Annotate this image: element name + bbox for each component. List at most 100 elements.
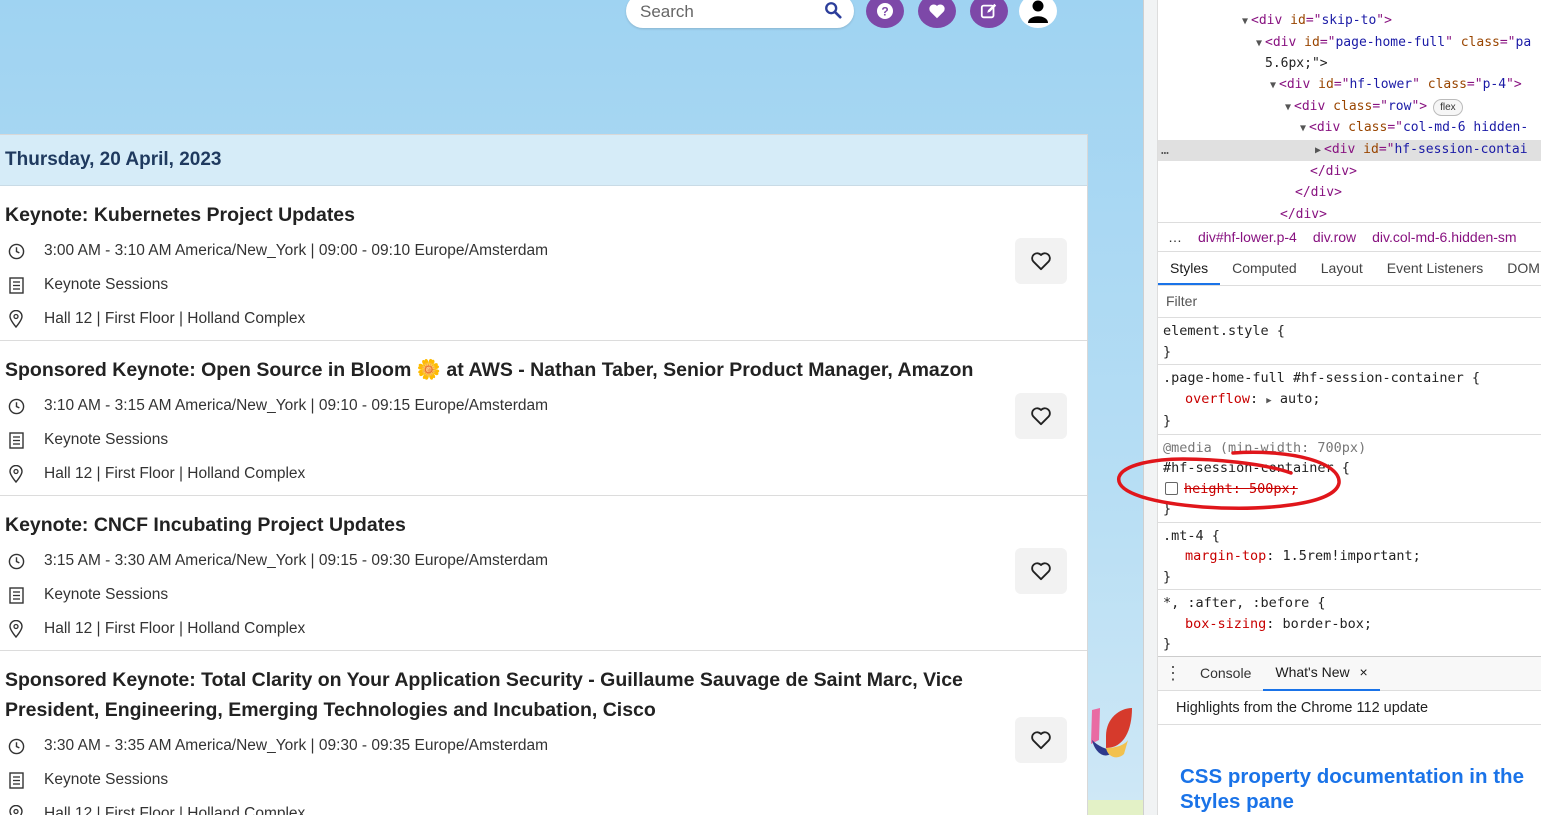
session-list: Keynote: Kubernetes Project Updates 3:00 … bbox=[0, 186, 1087, 815]
rule-selector: #hf-session-container { bbox=[1163, 460, 1350, 476]
dom-node[interactable]: ▼ <div class="row"> flex bbox=[1285, 96, 1463, 119]
session-item[interactable]: Sponsored Keynote: Open Source in Bloom … bbox=[0, 341, 1087, 496]
session-container[interactable]: Thursday, 20 April, 2023 Keynote: Kubern… bbox=[0, 134, 1088, 815]
dom-node[interactable]: ▼ <div id="hf-lower" class="p-4"> bbox=[1270, 74, 1522, 97]
schedule-page: ? Thursday, 20 April, 2023 Keynote: Kube… bbox=[0, 0, 1143, 815]
breadcrumb-item[interactable]: … bbox=[1168, 229, 1182, 245]
style-property[interactable]: height: 500px; bbox=[1163, 479, 1541, 500]
tab-event-listeners[interactable]: Event Listeners bbox=[1375, 252, 1496, 285]
heart-outline-icon bbox=[1031, 731, 1051, 750]
search-icon[interactable] bbox=[824, 1, 842, 19]
search-input[interactable] bbox=[640, 2, 810, 22]
drawer-menu-icon[interactable]: ⋮ bbox=[1158, 663, 1188, 684]
help-button[interactable]: ? bbox=[866, 0, 904, 28]
breadcrumb-item[interactable]: div.row bbox=[1313, 229, 1356, 245]
list-icon bbox=[8, 431, 24, 449]
user-icon bbox=[1028, 0, 1048, 23]
tab-whats-new[interactable]: What's New × bbox=[1263, 656, 1380, 691]
expand-icon[interactable]: ▶ bbox=[1266, 396, 1271, 406]
expand-toggle-icon[interactable]: ▼ bbox=[1285, 102, 1291, 113]
expand-toggle-icon[interactable]: ▶ bbox=[1315, 145, 1321, 156]
heart-outline-icon bbox=[1031, 407, 1051, 426]
user-menu-button[interactable] bbox=[1019, 0, 1057, 28]
session-track-row: Keynote Sessions bbox=[5, 268, 1087, 302]
session-track: Keynote Sessions bbox=[44, 276, 169, 293]
session-location-row: Hall 12 | First Floor | Holland Complex bbox=[5, 612, 1087, 646]
expand-toggle-icon[interactable]: ▼ bbox=[1242, 16, 1248, 27]
styles-tabs: Styles Computed Layout Event Listeners DOM bbox=[1158, 252, 1541, 286]
favorites-button[interactable] bbox=[918, 0, 956, 28]
dom-node[interactable]: ▼ <div id="skip-to"> bbox=[1242, 10, 1392, 33]
style-rule[interactable]: element.style {} bbox=[1158, 318, 1541, 365]
tab-console[interactable]: Console bbox=[1188, 657, 1263, 690]
style-rule[interactable]: .page-home-full #hf-session-container {o… bbox=[1158, 365, 1541, 435]
drawer-tabs: ⋮ Console What's New × bbox=[1158, 656, 1541, 691]
session-location-row: Hall 12 | First Floor | Holland Complex bbox=[5, 457, 1087, 491]
breadcrumb: … div#hf-lower.p-4 div.row div.col-md-6.hid… bbox=[1158, 222, 1541, 252]
session-location: Hall 12 | First Floor | Holland Complex bbox=[44, 805, 306, 815]
list-icon bbox=[8, 586, 24, 604]
dom-closing-tag: </div> bbox=[1280, 207, 1327, 222]
dom-node[interactable]: ▶ <div id="hf-session-contai bbox=[1315, 139, 1528, 162]
selected-node-marker[interactable]: … bbox=[1161, 140, 1169, 162]
session-item[interactable]: Keynote: Kubernetes Project Updates 3:00 … bbox=[0, 186, 1087, 341]
expand-toggle-icon[interactable]: ▼ bbox=[1270, 80, 1276, 91]
filter-input[interactable] bbox=[1166, 293, 1466, 309]
session-time-row: 3:10 AM - 3:15 AM America/New_York | 09:… bbox=[5, 389, 1087, 423]
breadcrumb-item[interactable]: div.col-md-6.hidden-sm bbox=[1372, 229, 1516, 245]
session-title[interactable]: Keynote: Kubernetes Project Updates bbox=[5, 200, 1005, 230]
tab-styles[interactable]: Styles bbox=[1158, 252, 1221, 285]
elements-tree[interactable]: … ▼ <div id="skip-to"> ▼ <div id="page-home… bbox=[1158, 0, 1541, 222]
favorite-button[interactable] bbox=[1015, 717, 1067, 763]
style-rule[interactable]: .mt-4 {margin-top: 1.5rem!important;} bbox=[1158, 523, 1541, 590]
session-time-row: 3:15 AM - 3:30 AM America/New_York | 09:… bbox=[5, 544, 1087, 578]
session-title[interactable]: Keynote: CNCF Incubating Project Updates bbox=[5, 510, 1005, 540]
session-title[interactable]: Sponsored Keynote: Total Clarity on Your… bbox=[5, 665, 1005, 725]
style-property[interactable]: overflow: ▶ auto; bbox=[1163, 389, 1541, 412]
rule-selector: .mt-4 { bbox=[1163, 527, 1220, 544]
tab-whats-new-label: What's New bbox=[1275, 664, 1350, 680]
search-box[interactable] bbox=[626, 0, 854, 28]
favorite-button[interactable] bbox=[1015, 548, 1067, 594]
favorite-button[interactable] bbox=[1015, 238, 1067, 284]
location-pin-icon bbox=[9, 310, 23, 328]
session-track: Keynote Sessions bbox=[44, 431, 169, 448]
question-icon: ? bbox=[877, 3, 893, 19]
session-time: 3:10 AM - 3:15 AM America/New_York | 09:… bbox=[44, 397, 549, 414]
styles-filter[interactable] bbox=[1158, 286, 1541, 318]
dom-node[interactable]: ▼ <div class="col-md-6 hidden- bbox=[1300, 117, 1528, 140]
session-title[interactable]: Sponsored Keynote: Open Source in Bloom … bbox=[5, 355, 1005, 385]
rule-selector: *, :after, :before { bbox=[1163, 595, 1326, 611]
session-item[interactable]: Keynote: CNCF Incubating Project Updates… bbox=[0, 496, 1087, 651]
location-pin-icon bbox=[9, 805, 23, 815]
favorite-button[interactable] bbox=[1015, 393, 1067, 439]
tab-layout[interactable]: Layout bbox=[1309, 252, 1375, 285]
svg-text:?: ? bbox=[881, 5, 888, 19]
heart-outline-icon bbox=[1031, 562, 1051, 581]
tab-computed[interactable]: Computed bbox=[1220, 252, 1309, 285]
session-location: Hall 12 | First Floor | Holland Complex bbox=[44, 620, 306, 637]
style-property[interactable]: box-sizing: border-box; bbox=[1163, 614, 1541, 635]
breadcrumb-item[interactable]: div#hf-lower.p-4 bbox=[1198, 229, 1297, 245]
edit-button[interactable] bbox=[970, 0, 1008, 28]
style-property[interactable]: margin-top: 1.5rem!important; bbox=[1163, 546, 1541, 567]
dom-node[interactable]: ▼ <div id="page-home-full" class="pa bbox=[1256, 32, 1531, 55]
expand-toggle-icon[interactable]: ▼ bbox=[1256, 38, 1262, 49]
style-rule[interactable]: @media (min-width: 700px) #hf-session-con… bbox=[1158, 435, 1541, 523]
property-checkbox[interactable] bbox=[1165, 481, 1178, 495]
clock-icon bbox=[8, 243, 24, 259]
expand-toggle-icon[interactable]: ▼ bbox=[1300, 123, 1306, 134]
whats-new-subtitle: Highlights from the Chrome 112 update bbox=[1158, 691, 1541, 725]
flex-badge[interactable]: flex bbox=[1433, 99, 1463, 116]
session-location-row: Hall 12 | First Floor | Holland Complex bbox=[5, 797, 1087, 815]
devtools-panel: … ▼ <div id="skip-to"> ▼ <div id="page-home… bbox=[1143, 0, 1541, 815]
tab-dom[interactable]: DOM bbox=[1495, 252, 1541, 285]
session-item[interactable]: Sponsored Keynote: Total Clarity on Your… bbox=[0, 651, 1087, 815]
whats-new-article-link[interactable]: CSS property documentation in the Styles… bbox=[1180, 764, 1535, 814]
list-icon bbox=[8, 276, 24, 294]
close-icon[interactable]: × bbox=[1360, 664, 1368, 680]
style-rule[interactable]: *, :after, :before { box-sizing: border-b… bbox=[1158, 590, 1541, 656]
edit-icon bbox=[980, 3, 997, 19]
rule-selector: element.style { bbox=[1163, 323, 1285, 339]
top-bar: ? bbox=[0, 0, 1143, 40]
